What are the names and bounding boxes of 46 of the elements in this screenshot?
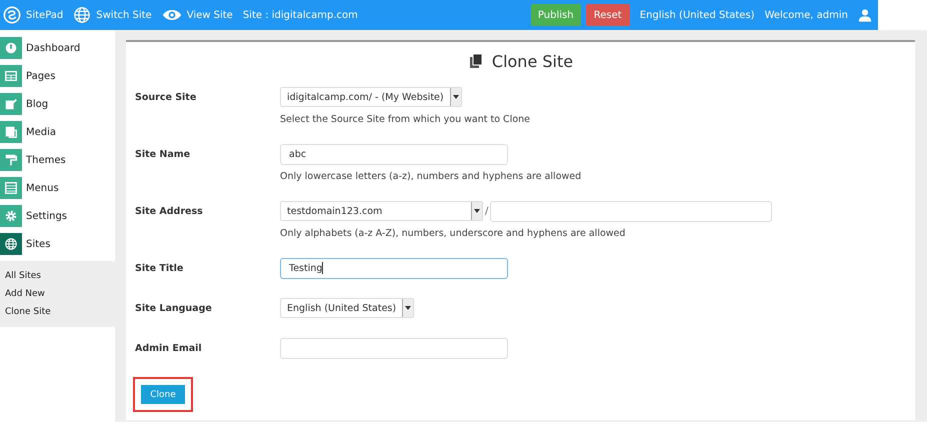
- input-field[interactable]: abc: [280, 144, 508, 164]
- menu-item[interactable]: Dashboard: [0, 37, 115, 59]
- welcome-text: Welcome, admin: [764, 10, 848, 20]
- copy-icon: [468, 53, 484, 69]
- settings-icon: [4, 209, 18, 223]
- dropdown[interactable]: testdomain123.com: [280, 201, 483, 221]
- menu-item[interactable]: Media: [0, 121, 115, 143]
- input-field[interactable]: [280, 338, 508, 358]
- menu-item[interactable]: Settings: [0, 205, 115, 227]
- submenu-item[interactable]: Clone Site: [5, 303, 110, 321]
- paint-roller-icon: [4, 153, 18, 167]
- menu-item[interactable]: Themes: [0, 149, 115, 171]
- globe-icon: [4, 237, 18, 251]
- caret-icon: [452, 95, 459, 99]
- dropdown[interactable]: idigitalcamp.com/ - (My Website): [280, 87, 462, 107]
- field-label: Site Address: [135, 205, 204, 219]
- submenu-item[interactable]: Add New: [5, 285, 110, 303]
- menu-item[interactable]: Menus: [0, 177, 115, 199]
- menu-item[interactable]: Pages: [0, 65, 115, 87]
- caret-icon: [405, 306, 412, 310]
- site-name: Site : idigitalcamp.com: [242, 10, 358, 20]
- reset-button[interactable]: Reset: [586, 4, 630, 26]
- field-label: Admin Email: [135, 342, 203, 356]
- eye-icon: [162, 8, 182, 22]
- submenu-item[interactable]: All Sites: [5, 267, 110, 285]
- help-text: Select the Source Site from which you want to Clone: [280, 114, 530, 125]
- path-input-field[interactable]: [490, 200, 772, 222]
- dropdown[interactable]: English (United States): [280, 298, 414, 318]
- edit-icon: [4, 97, 18, 111]
- caret-icon: [474, 209, 480, 213]
- field-label: Site Language: [135, 302, 213, 316]
- field-label: Site Title: [135, 262, 184, 276]
- spiral-icon: [3, 6, 21, 24]
- globe-icon: [73, 6, 92, 24]
- help-text: Only alphabets (a-z A-Z), numbers, underscore and hyphens are allowed: [280, 228, 626, 239]
- input-field[interactable]: Testing: [280, 258, 508, 278]
- image-icon: [4, 125, 18, 139]
- separator-text: /: [485, 206, 488, 216]
- table-icon: [4, 69, 18, 83]
- user-icon[interactable]: [858, 8, 872, 22]
- help-text: Only lowercase letters (a-z), numbers and hyphens are allowed: [280, 171, 582, 182]
- field-label: Source Site: [135, 91, 198, 105]
- field-label: Site Name: [135, 148, 192, 162]
- menu-item[interactable]: Blog: [0, 93, 115, 115]
- list-icon: [4, 181, 18, 195]
- page-title: Clone Site: [492, 52, 574, 70]
